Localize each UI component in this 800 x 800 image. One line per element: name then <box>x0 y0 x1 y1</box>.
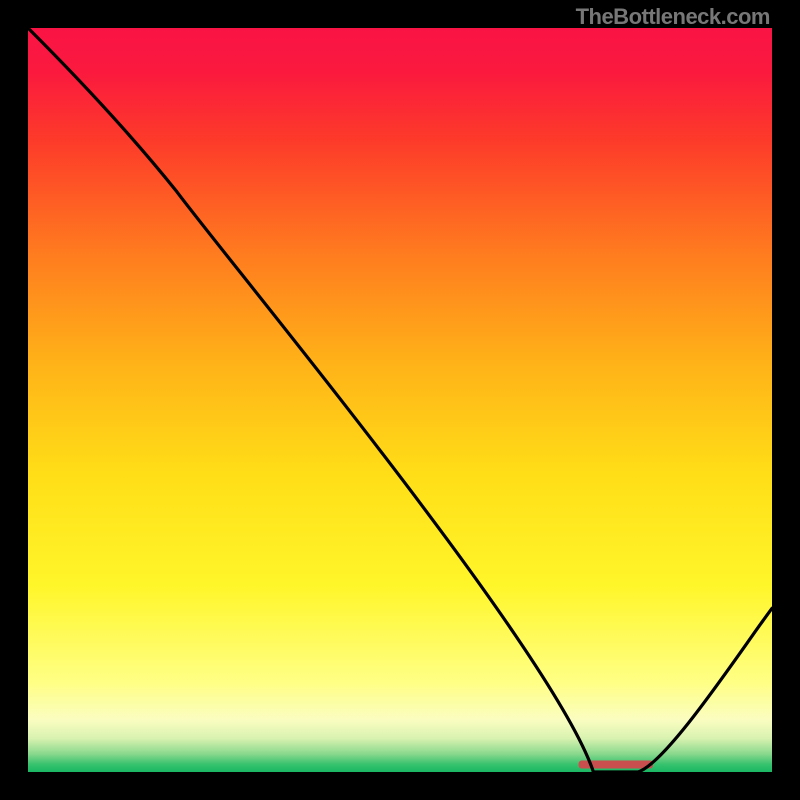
chart-frame: TheBottleneck.com <box>0 0 800 800</box>
chart-svg <box>28 28 772 772</box>
chart-plot-area <box>28 28 772 772</box>
attribution-text: TheBottleneck.com <box>576 4 770 30</box>
gradient-background <box>28 28 772 772</box>
